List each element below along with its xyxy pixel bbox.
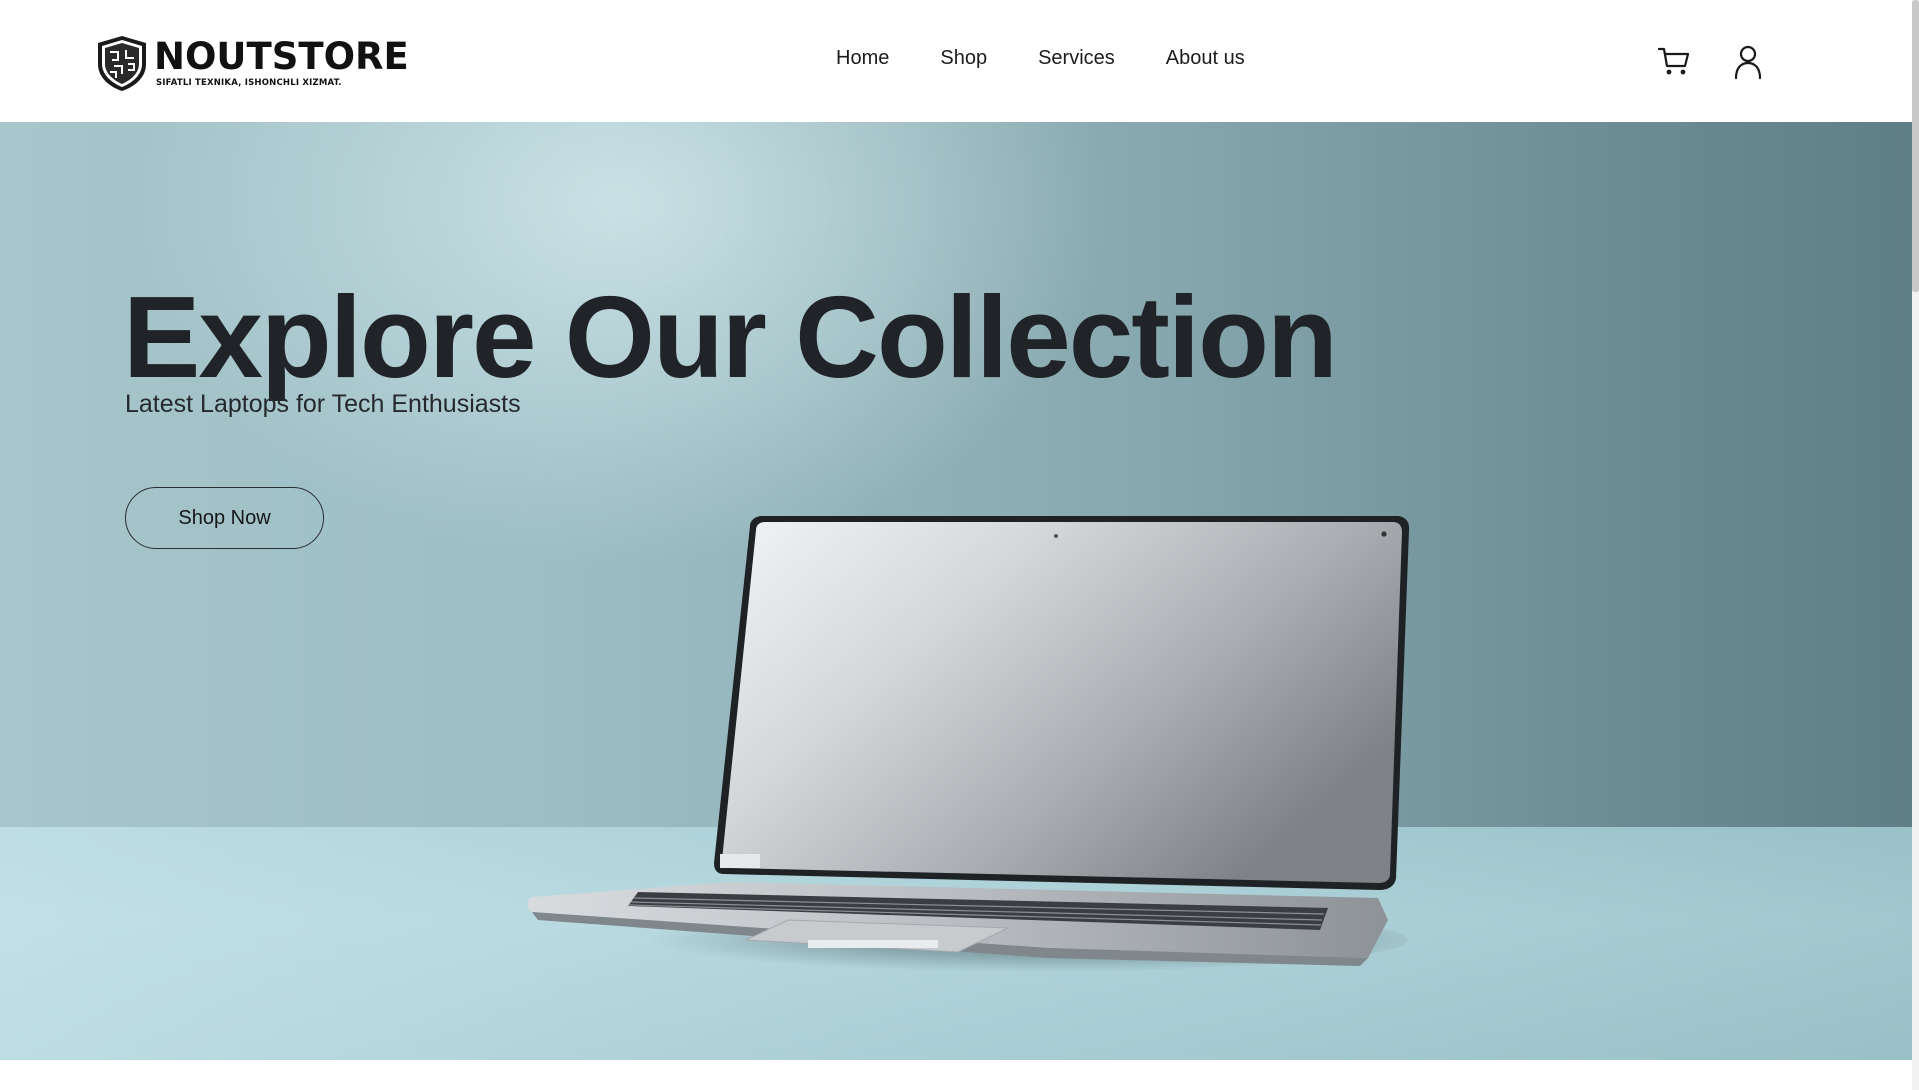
nav-shop[interactable]: Shop (940, 47, 987, 70)
site-header: NOUTSTORE SIFATLI TEXNIKA, ISHONCHLI XIZ… (0, 0, 1912, 122)
main-nav: Home Shop Services About us (836, 47, 1245, 70)
shield-logo-icon (98, 36, 146, 91)
nav-home[interactable]: Home (836, 47, 889, 70)
brand-logo[interactable]: NOUTSTORE SIFATLI TEXNIKA, ISHONCHLI XIZ… (94, 34, 409, 92)
shop-now-button[interactable]: Shop Now (125, 487, 324, 549)
brand-tagline: SIFATLI TEXNIKA, ISHONCHLI XIZMAT. (156, 78, 342, 88)
page-content-start (0, 1060, 1912, 1090)
nav-about-us[interactable]: About us (1166, 47, 1245, 70)
laptop-image (527, 516, 1410, 972)
hero-section: Explore Our Collection Latest Laptops fo… (0, 122, 1912, 1060)
hero-subtitle: Latest Laptops for Tech Enthusiasts (125, 390, 521, 418)
user-icon[interactable] (1733, 44, 1763, 80)
cart-icon[interactable] (1657, 44, 1691, 78)
page: NOUTSTORE SIFATLI TEXNIKA, ISHONCHLI XIZ… (0, 0, 1919, 1090)
nav-services[interactable]: Services (1038, 47, 1115, 70)
brand-name: NOUTSTORE (154, 35, 409, 78)
hero-title: Explore Our Collection (123, 272, 1338, 402)
scrollbar-thumb[interactable] (1912, 0, 1919, 292)
vertical-scrollbar[interactable] (1912, 0, 1919, 1090)
